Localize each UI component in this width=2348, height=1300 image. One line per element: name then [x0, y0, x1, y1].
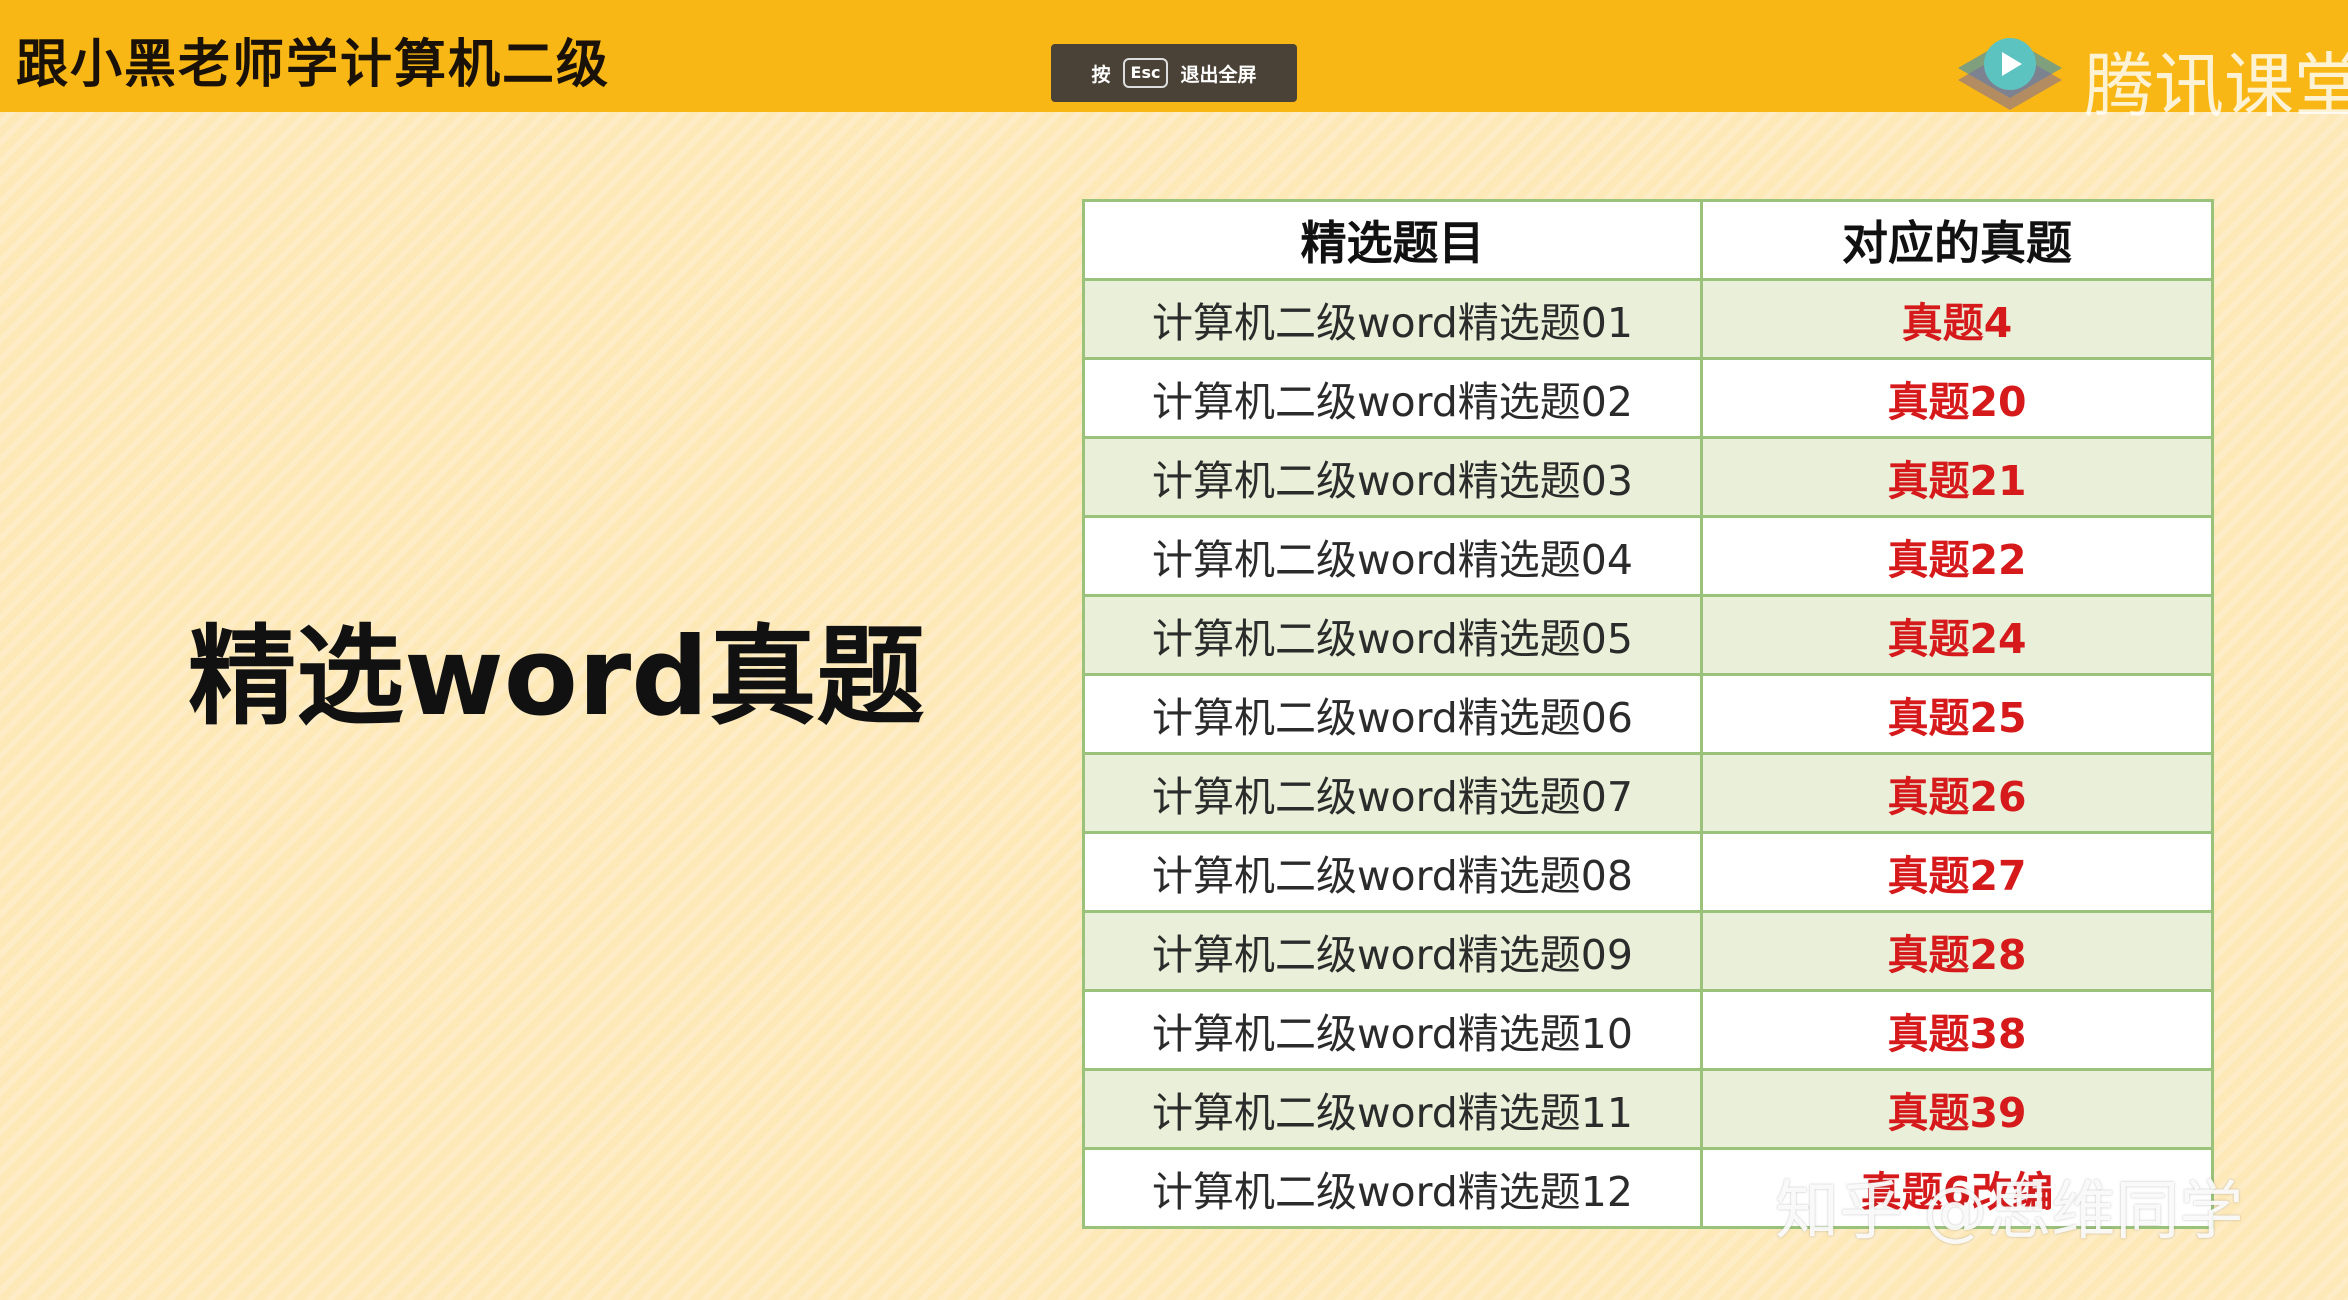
esc-tip-press: 按 — [1091, 63, 1111, 86]
header-selected-questions: 精选题目 — [1082, 199, 1703, 281]
question-mapping-table: 精选题目 对应的真题 计算机二级word精选题01 真题4 计算机二级word精选题… — [1082, 199, 2214, 1229]
slide-heading: 精选word真题 — [188, 615, 925, 740]
answer-cell: 真题25 — [1700, 673, 2214, 755]
question-cell: 计算机二级word精选题03 — [1082, 436, 1703, 518]
table-row: 计算机二级word精选题05 真题24 — [1082, 594, 2214, 676]
header-matching-exam: 对应的真题 — [1700, 199, 2214, 281]
table-row: 计算机二级word精选题01 真题4 — [1082, 278, 2214, 360]
exit-fullscreen-tip[interactable]: 按 Esc 退出全屏 — [1051, 44, 1297, 102]
table-row: 计算机二级word精选题10 真题38 — [1082, 989, 2214, 1071]
answer-cell: 真题27 — [1700, 831, 2214, 913]
table-row: 计算机二级word精选题02 真题20 — [1082, 357, 2214, 439]
question-cell: 计算机二级word精选题12 — [1082, 1147, 1703, 1229]
table-row: 计算机二级word精选题08 真题27 — [1082, 831, 2214, 913]
table-header-row: 精选题目 对应的真题 — [1082, 199, 2214, 281]
question-cell: 计算机二级word精选题02 — [1082, 357, 1703, 439]
answer-cell: 真题39 — [1700, 1068, 2214, 1150]
answer-cell: 真题22 — [1700, 515, 2214, 597]
answer-cell: 真题28 — [1700, 910, 2214, 992]
table-row: 计算机二级word精选题11 真题39 — [1082, 1068, 2214, 1150]
answer-cell: 真题4 — [1700, 278, 2214, 360]
answer-cell: 真题20 — [1700, 357, 2214, 439]
table-row: 计算机二级word精选题09 真题28 — [1082, 910, 2214, 992]
brand-name: 腾讯课堂 — [2084, 45, 2348, 127]
esc-tip-action: 退出全屏 — [1180, 63, 1257, 86]
question-cell: 计算机二级word精选题10 — [1082, 989, 1703, 1071]
answer-cell: 真题21 — [1700, 436, 2214, 518]
question-cell: 计算机二级word精选题09 — [1082, 910, 1703, 992]
question-cell: 计算机二级word精选题04 — [1082, 515, 1703, 597]
table-row: 计算机二级word精选题04 真题22 — [1082, 515, 2214, 597]
question-cell: 计算机二级word精选题06 — [1082, 673, 1703, 755]
top-bar: 跟小黑老师学计算机二级 按 Esc 退出全屏 腾讯课堂 — [0, 0, 2348, 127]
table-row: 计算机二级word精选题07 真题26 — [1082, 752, 2214, 834]
course-title: 跟小黑老师学计算机二级 — [16, 34, 611, 95]
table-row: 计算机二级word精选题03 真题21 — [1082, 436, 2214, 518]
answer-cell: 真题26 — [1700, 752, 2214, 834]
watermark: 知乎 @思维同学 — [1775, 1175, 2244, 1249]
tencent-classroom-brand: 腾讯课堂 — [1950, 20, 2348, 127]
question-cell: 计算机二级word精选题08 — [1082, 831, 1703, 913]
esc-key-badge: Esc — [1122, 58, 1169, 88]
question-cell: 计算机二级word精选题07 — [1082, 752, 1703, 834]
play-logo-icon — [1958, 38, 2062, 110]
question-cell: 计算机二级word精选题01 — [1082, 278, 1703, 360]
question-cell: 计算机二级word精选题11 — [1082, 1068, 1703, 1150]
answer-cell: 真题24 — [1700, 594, 2214, 676]
question-cell: 计算机二级word精选题05 — [1082, 594, 1703, 676]
table-row: 计算机二级word精选题06 真题25 — [1082, 673, 2214, 755]
answer-cell: 真题38 — [1700, 989, 2214, 1071]
